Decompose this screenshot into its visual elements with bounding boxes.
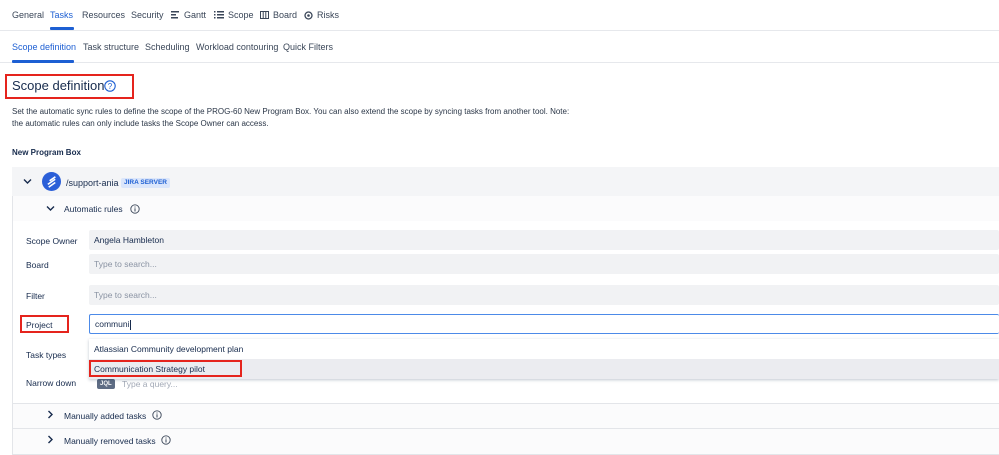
risk-icon bbox=[304, 10, 313, 20]
subtab-quick-filters[interactable]: Quick Filters bbox=[283, 42, 333, 52]
chevron-right-icon[interactable] bbox=[47, 410, 54, 419]
chevron-down-icon[interactable] bbox=[23, 178, 32, 185]
section-label: New Program Box bbox=[12, 148, 81, 157]
svg-text:?: ? bbox=[108, 82, 113, 91]
tab-label: General bbox=[12, 10, 45, 20]
scope-owner-label: Scope Owner bbox=[26, 236, 78, 246]
jira-icon bbox=[47, 176, 56, 188]
tab-label: Gantt bbox=[184, 10, 207, 20]
help-icon[interactable]: ? bbox=[104, 80, 116, 92]
active-subtab-indicator bbox=[12, 60, 74, 63]
tab-label: Resources bbox=[82, 10, 126, 20]
project-input[interactable]: communi bbox=[89, 314, 999, 334]
tab-resources[interactable]: Resources bbox=[82, 10, 125, 20]
tab-label: Risks bbox=[317, 10, 339, 20]
tab-label: Security bbox=[131, 10, 164, 20]
dropdown-option[interactable]: Atlassian Community development plan bbox=[89, 339, 999, 359]
tab-label: Scope bbox=[228, 10, 254, 20]
manually-removed-label[interactable]: Manually removed tasks bbox=[64, 436, 156, 446]
jql-tag: JQL bbox=[97, 379, 115, 389]
tab-scope[interactable]: Scope bbox=[214, 10, 254, 20]
divider bbox=[12, 403, 999, 404]
info-icon[interactable] bbox=[152, 410, 162, 420]
jira-logo bbox=[42, 172, 61, 191]
automatic-rules-header[interactable] bbox=[13, 196, 999, 221]
highlight-box-option bbox=[89, 360, 242, 377]
board-search-input[interactable]: Type to search... bbox=[89, 254, 999, 274]
divider bbox=[12, 428, 999, 429]
project-label: Project bbox=[26, 320, 53, 330]
active-tab-indicator bbox=[50, 27, 74, 30]
top-tab-bar: General Tasks Resources Security Gantt S… bbox=[0, 0, 999, 31]
task-types-label: Task types bbox=[26, 350, 67, 360]
scope-owner-field[interactable]: Angela Hambleton bbox=[89, 230, 999, 250]
tab-risks[interactable]: Risks bbox=[304, 10, 339, 20]
subtab-scheduling[interactable]: Scheduling bbox=[145, 42, 190, 52]
info-icon[interactable] bbox=[130, 204, 140, 214]
page-title: Scope definition bbox=[12, 78, 105, 93]
subtab-scope-definition[interactable]: Scope definition bbox=[12, 42, 76, 52]
tab-security[interactable]: Security bbox=[131, 10, 164, 20]
tab-general[interactable]: General bbox=[12, 10, 44, 20]
sub-tab-bar: Scope definition Task structure Scheduli… bbox=[0, 31, 999, 63]
tab-label: Board bbox=[273, 10, 298, 20]
tab-gantt[interactable]: Gantt bbox=[171, 10, 206, 20]
subtab-workload-contouring[interactable]: Workload contouring bbox=[196, 42, 278, 52]
list-icon bbox=[214, 11, 224, 19]
tab-tasks[interactable]: Tasks bbox=[50, 10, 73, 20]
narrow-down-label: Narrow down bbox=[26, 378, 77, 388]
automatic-rules-label: Automatic rules bbox=[64, 204, 123, 214]
board-icon bbox=[260, 11, 269, 19]
board-label: Board bbox=[26, 260, 49, 270]
project-input-value: communi bbox=[95, 319, 130, 329]
chevron-down-icon[interactable] bbox=[46, 205, 55, 212]
connection-type-badge: JIRA SERVER bbox=[121, 178, 170, 188]
manually-added-label[interactable]: Manually added tasks bbox=[64, 411, 146, 421]
subtab-task-structure[interactable]: Task structure bbox=[83, 42, 139, 52]
gantt-icon bbox=[171, 11, 179, 19]
connection-name: /support-ania bbox=[66, 178, 119, 188]
filter-label: Filter bbox=[26, 291, 45, 301]
chevron-right-icon[interactable] bbox=[47, 435, 54, 444]
text-cursor bbox=[130, 319, 132, 330]
filter-search-input[interactable]: Type to search... bbox=[89, 285, 999, 305]
jql-query-input[interactable]: Type a query... bbox=[122, 379, 178, 389]
page-description: Set the automatic sync rules to define t… bbox=[12, 107, 570, 128]
info-icon[interactable] bbox=[161, 435, 171, 445]
tab-label: Tasks bbox=[50, 10, 74, 20]
tab-board[interactable]: Board bbox=[260, 10, 297, 20]
